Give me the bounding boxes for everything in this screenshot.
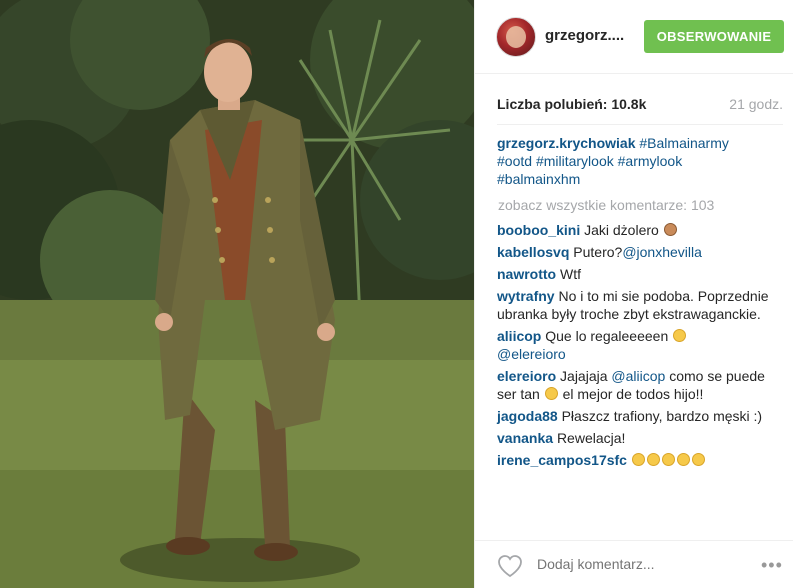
comment: jagoda88 Płaszcz trafiony, bardzo męski … [497,407,787,425]
divider [497,124,783,125]
post-header: grzegorz.... OBSERWOWANIE [475,0,793,74]
view-all-comments-link[interactable]: zobacz wszystkie komentarze: 103 [498,196,787,214]
hashtag[interactable]: #balmainxhm [497,171,580,187]
comments-list: grzegorz.krychowiak #Balmainarmy #ootd #… [497,134,787,473]
post-footer: ••• [475,540,793,588]
heart-eyes-emoji-icon [673,329,687,342]
comment-text: Que lo regaleeeeen [545,328,669,344]
comment-text: el mejor de todos hijo!! [562,386,704,402]
heart-eyes-emoji-icon [661,453,675,466]
comment: vananka Rewelacja! [497,429,787,447]
post-username[interactable]: grzegorz.... [545,27,624,44]
likes-row: Liczba polubień: 10.8k 21 godz. [497,96,783,116]
photo-illustration [0,0,474,588]
comment-text: Wtf [560,266,581,282]
hashtag[interactable]: #militarylook [536,153,614,169]
comment-text: Putero? [573,244,623,260]
follow-button[interactable]: OBSERWOWANIE [644,20,784,53]
caption: grzegorz.krychowiak #Balmainarmy #ootd #… [497,134,787,188]
avatar[interactable] [496,17,536,57]
comment: elereioro Jajajaja @aliicop como se pued… [497,367,787,403]
comment-username[interactable]: nawrotto [497,266,556,282]
hashtag[interactable]: #ootd [497,153,532,169]
smile-emoji-icon [544,387,558,400]
monkey-emoji-icon [663,223,677,236]
comment: nawrotto Wtf [497,265,787,283]
more-options-icon[interactable]: ••• [761,555,783,576]
hashtag[interactable]: #Balmainarmy [639,135,728,151]
mention-link[interactable]: @aliicop [611,368,665,384]
smile-emoji-icon [646,453,660,466]
post-sidebar: grzegorz.... OBSERWOWANIE Liczba polubie… [474,0,793,588]
comment-username[interactable]: wytrafny [497,288,555,304]
mention-link[interactable]: @jonxhevilla [622,244,702,260]
comment-username[interactable]: jagoda88 [497,408,558,424]
comment: kabellosvq Putero?@jonxhevilla [497,243,787,261]
comment-username[interactable]: elereioro [497,368,556,384]
mention-link[interactable]: @elereioro [497,346,566,362]
heart-icon[interactable] [497,554,523,578]
post-photo[interactable] [0,0,474,588]
comment: irene_campos17sfc [497,451,787,469]
add-comment-input[interactable] [537,556,717,572]
comment-username[interactable]: irene_campos17sfc [497,452,627,468]
comment-username[interactable]: kabellosvq [497,244,569,260]
comment-text: Jajajaja [560,368,608,384]
post-time[interactable]: 21 godz. [729,96,783,112]
heart-eyes-emoji-icon [631,453,645,466]
comment-text: Płaszcz trafiony, bardzo męski :) [561,408,763,424]
comment-text: Jaki dżolero [584,222,659,238]
caption-username[interactable]: grzegorz.krychowiak [497,135,636,151]
heart-eyes-emoji-icon [676,453,690,466]
comment-username[interactable]: aliicop [497,328,541,344]
comment: aliicop Que lo regaleeeeen @elereioro [497,327,787,363]
comment-text: Rewelacja! [556,430,626,446]
comment-username[interactable]: booboo_kini [497,222,580,238]
comment-username[interactable]: vananka [497,430,553,446]
hashtag[interactable]: #armylook [618,153,683,169]
comment: booboo_kini Jaki dżolero [497,221,787,239]
heart-eyes-emoji-icon [691,453,705,466]
comment: wytrafny No i to mi sie podoba. Poprzedn… [497,287,787,323]
likes-count[interactable]: Liczba polubień: 10.8k [497,96,646,112]
